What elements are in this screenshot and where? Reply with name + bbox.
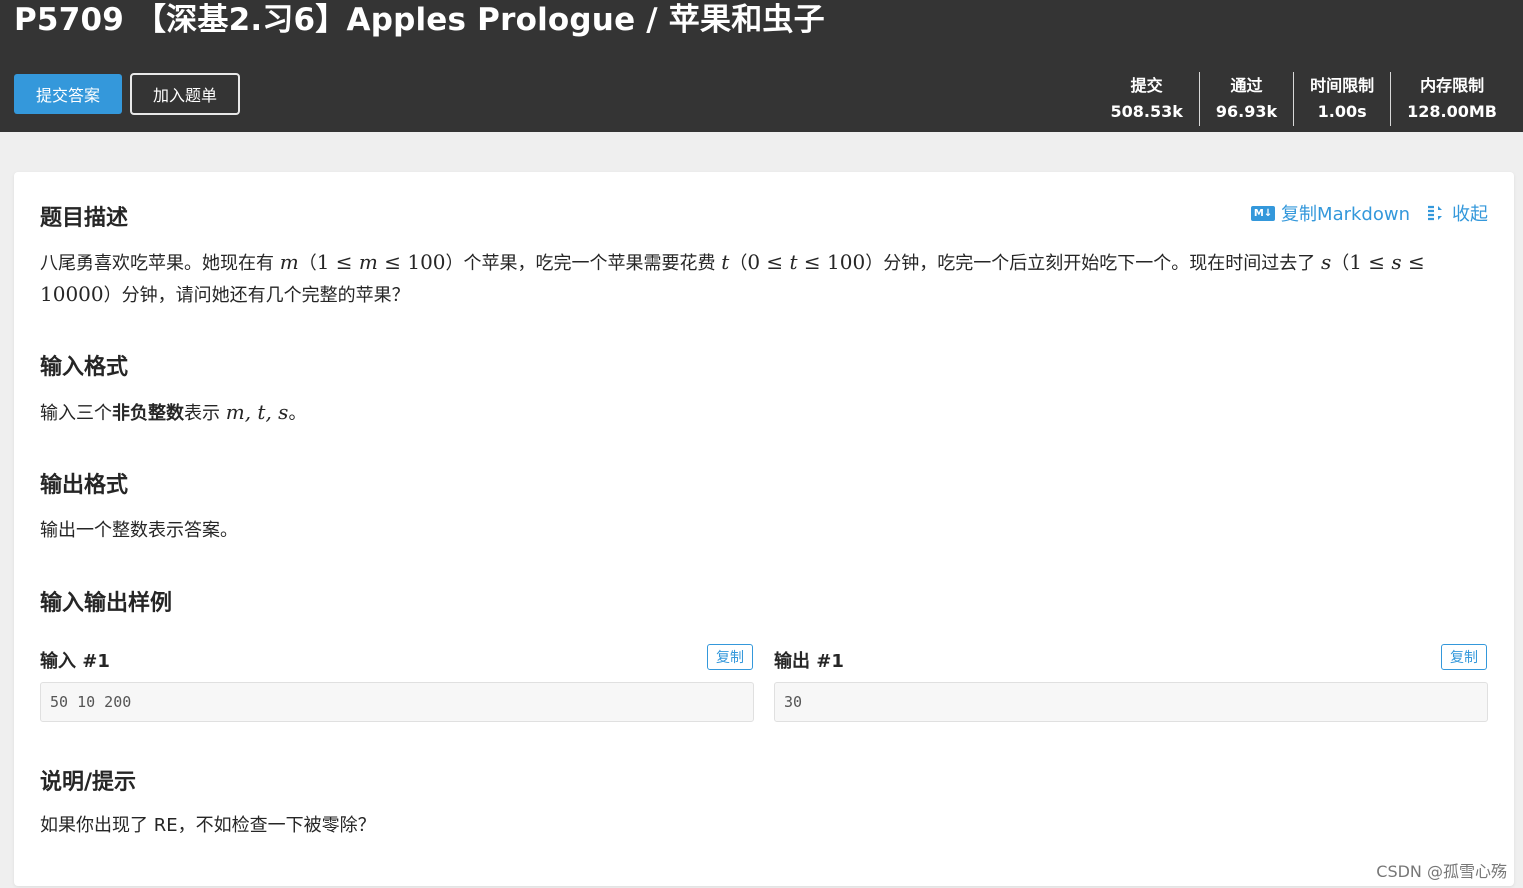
text-run: 表示: [184, 403, 226, 424]
copy-markdown-link[interactable]: M↓ 复制Markdown: [1251, 200, 1410, 226]
bold-text: 非负整数: [112, 403, 184, 424]
math-var: m: [358, 250, 378, 274]
math-vars: m, t, s: [225, 400, 289, 424]
text-run: （: [1331, 253, 1350, 274]
math-expr: 1 ≤: [316, 250, 359, 274]
math-var: m: [279, 250, 299, 274]
output-format-text: 输出一个整数表示答案。: [40, 520, 238, 541]
hint-heading: 说明/提示: [40, 770, 137, 795]
hint-text: 如果你出现了 RE，不如检查一下被零除？: [40, 815, 376, 836]
samples-heading: 输入输出样例: [40, 591, 173, 616]
problem-card: M↓ 复制Markdown 收起 题目描述 八尾勇喜欢吃苹果。她现在有 m（1 …: [14, 172, 1514, 886]
output-format-heading: 输出格式: [40, 473, 129, 498]
text-run: （: [729, 253, 748, 274]
sample-input-box[interactable]: 50 10 200: [40, 682, 754, 722]
stat-accepted: 通过 96.93k: [1198, 72, 1293, 126]
copy-output-button[interactable]: 复制: [1441, 644, 1487, 670]
description-heading: 题目描述: [40, 206, 129, 231]
input-format-heading: 输入格式: [40, 355, 129, 380]
input-format-text: 输入三个非负整数表示 m, t, s。: [40, 397, 306, 429]
sample-output-box[interactable]: 30: [774, 682, 1488, 722]
text-run: 。: [288, 403, 307, 424]
sample-output-label: 输出 #1: [774, 651, 844, 672]
stat-value: 96.93k: [1215, 102, 1278, 121]
copy-input-button[interactable]: 复制: [707, 644, 753, 670]
problem-header: P5709 【深基2.习6】Apples Prologue / 苹果和虫子 提交…: [0, 0, 1523, 132]
markdown-icon: M↓: [1251, 205, 1276, 221]
stat-label: 提交: [1130, 76, 1163, 95]
description-text: 八尾勇喜欢吃苹果。她现在有 m（1 ≤ m ≤ 100）个苹果，吃完一个苹果需要…: [40, 247, 1490, 311]
text-run: 八尾勇喜欢吃苹果。她现在有: [40, 253, 280, 274]
card-actions: M↓ 复制Markdown 收起: [1251, 200, 1488, 226]
math-expr: ≤ 100: [797, 250, 866, 274]
stat-submissions: 提交 508.53k: [1094, 72, 1198, 126]
stat-memory-limit: 内存限制 128.00MB: [1390, 72, 1513, 126]
math-expr: ≤ 100: [377, 250, 446, 274]
submit-answer-button[interactable]: 提交答案: [14, 74, 122, 114]
stat-label: 通过: [1230, 76, 1263, 95]
problem-stats: 提交 508.53k 通过 96.93k 时间限制 1.00s 内存限制 128…: [1094, 72, 1513, 126]
text-run: ）分钟，吃完一个后立刻开始吃下一个。现在时间过去了: [865, 253, 1321, 274]
stat-value: 508.53k: [1110, 102, 1183, 121]
math-var: s: [1320, 250, 1332, 274]
problem-title: P5709 【深基2.习6】Apples Prologue / 苹果和虫子: [14, 2, 825, 38]
collapse-link[interactable]: 收起: [1426, 200, 1488, 226]
text-run: （: [298, 253, 317, 274]
stat-value: 128.00MB: [1407, 102, 1497, 121]
text-run: ）分钟，请问她还有几个完整的苹果？: [103, 285, 410, 306]
math-var: t: [789, 250, 798, 274]
text-run: 输入三个: [40, 403, 112, 424]
copy-markdown-label: 复制Markdown: [1281, 204, 1410, 225]
stat-value: 1.00s: [1317, 102, 1367, 121]
stat-label: 时间限制: [1310, 76, 1375, 95]
math-expr: 0 ≤: [747, 250, 790, 274]
math-expr: 1 ≤: [1349, 250, 1392, 274]
stat-label: 内存限制: [1420, 76, 1485, 95]
stat-time-limit: 时间限制 1.00s: [1293, 72, 1390, 126]
collapse-icon: [1428, 205, 1442, 221]
watermark: CSDN @孤雪心殇: [1376, 862, 1507, 881]
math-var: s: [1391, 250, 1402, 274]
add-to-list-button[interactable]: 加入题单: [130, 73, 240, 115]
collapse-label: 收起: [1452, 204, 1488, 225]
text-run: ）个苹果，吃完一个苹果需要花费: [445, 253, 722, 274]
sample-input-label: 输入 #1: [40, 651, 110, 672]
